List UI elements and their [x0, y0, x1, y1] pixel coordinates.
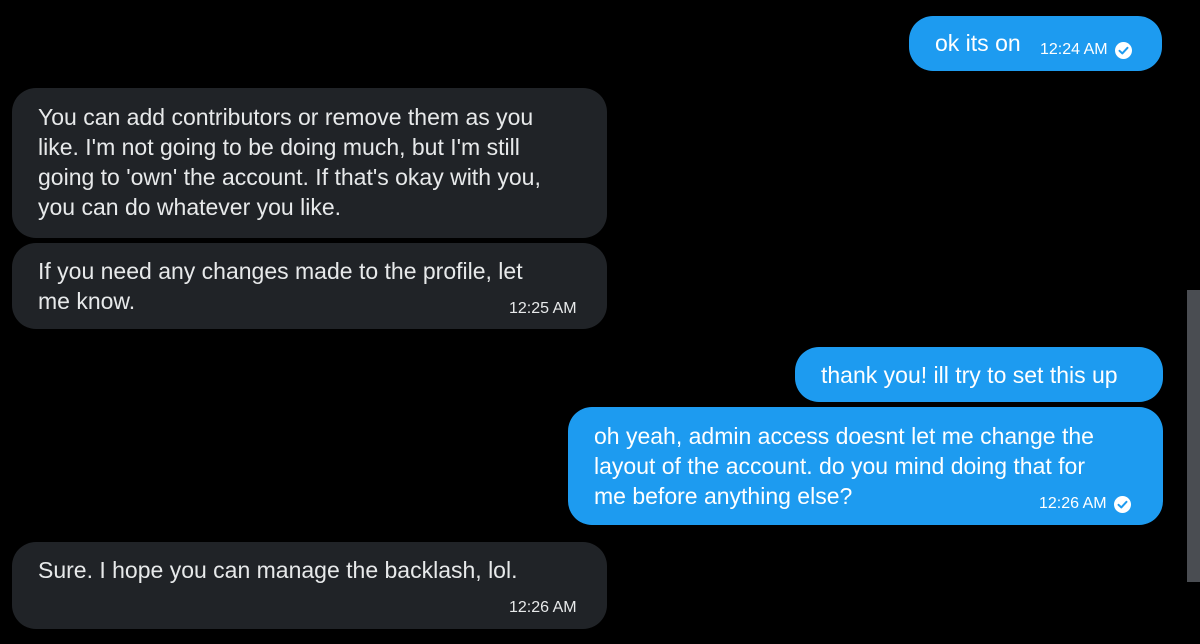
message-timestamp: 12:25 AM [509, 299, 577, 319]
message-bubble-incoming[interactable]: Sure. I hope you can manage the backlash… [12, 542, 607, 629]
message-text: Sure. I hope you can manage the backlash… [38, 557, 518, 583]
message-text: oh yeah, admin access doesnt let me chan… [594, 423, 1094, 509]
message-bubble-outgoing[interactable]: ok its on 12:24 AM [909, 16, 1162, 71]
read-check-icon [1114, 41, 1132, 59]
message-text: thank you! ill try to set this up [821, 362, 1118, 388]
timestamp-text: 12:26 AM [1039, 495, 1107, 512]
timestamp-text: 12:26 AM [509, 599, 577, 616]
message-bubble-incoming[interactable]: If you need any changes made to the prof… [12, 243, 607, 329]
message-timestamp: 12:26 AM [509, 598, 577, 618]
message-text: ok its on [935, 30, 1021, 56]
message-timestamp: 12:24 AM [1040, 40, 1132, 60]
timestamp-text: 12:25 AM [509, 300, 577, 317]
message-bubble-incoming[interactable]: You can add contributors or remove them … [12, 88, 607, 238]
message-bubble-outgoing[interactable]: thank you! ill try to set this up [795, 347, 1163, 402]
conversation-view: ok its on 12:24 AM You can add contribut… [0, 0, 1200, 644]
timestamp-text: 12:24 AM [1040, 41, 1108, 58]
message-bubble-outgoing[interactable]: oh yeah, admin access doesnt let me chan… [568, 407, 1163, 525]
scrollbar-thumb[interactable] [1187, 290, 1200, 582]
message-timestamp: 12:26 AM [1039, 494, 1131, 514]
message-text: You can add contributors or remove them … [38, 104, 541, 220]
message-text: If you need any changes made to the prof… [38, 258, 523, 314]
read-check-icon [1113, 495, 1131, 513]
